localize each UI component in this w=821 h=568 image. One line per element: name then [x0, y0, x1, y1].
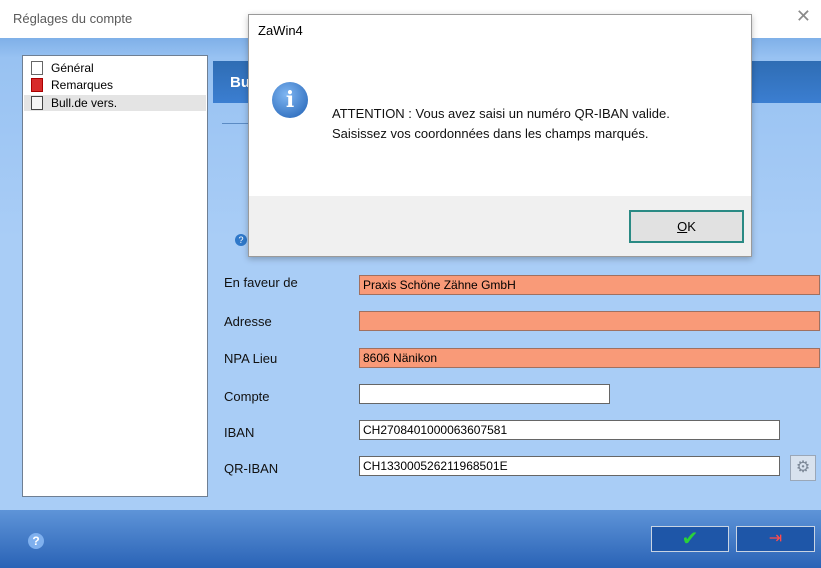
tree-item-bull-de-vers[interactable]: Bull.de vers.	[24, 95, 206, 111]
tree-item-label: Bull.de vers.	[51, 96, 118, 110]
settings-tree: Général Remarques Bull.de vers.	[22, 55, 208, 497]
message-dialog: ZaWin4 i ATTENTION : Vous avez saisi un …	[248, 14, 752, 257]
gear-icon: ⚙	[795, 459, 811, 476]
tree-item-label: Général	[51, 61, 94, 75]
adresse-field[interactable]	[359, 311, 820, 331]
dialog-ok-button[interactable]: OK	[629, 210, 744, 243]
compte-field[interactable]	[359, 384, 610, 404]
dialog-message-line: ATTENTION : Vous avez saisi un numéro QR…	[332, 106, 670, 121]
close-icon[interactable]: ✕	[796, 6, 811, 27]
ok-mnemonic: O	[677, 219, 688, 234]
iban-field[interactable]: CH2708401000063607581	[359, 420, 780, 440]
payment-slip-icon	[31, 96, 43, 110]
dialog-message: ATTENTION : Vous avez saisi un numéro QR…	[332, 104, 670, 144]
qr-iban-label: QR-IBAN	[224, 461, 279, 476]
help-icon[interactable]: ?	[235, 234, 247, 246]
exit-button[interactable]: ⇥	[736, 526, 815, 552]
qr-iban-field[interactable]: CH133000526211968501E	[359, 456, 780, 476]
check-icon: ✔	[681, 528, 699, 550]
window-title: Réglages du compte	[13, 11, 133, 26]
en-faveur-label: En faveur de	[224, 275, 298, 290]
help-icon[interactable]: ?	[28, 533, 44, 549]
tree-item-label: Remarques	[51, 78, 114, 92]
info-icon: i	[272, 82, 308, 118]
ok-label-rest: K	[687, 219, 696, 234]
en-faveur-field[interactable]: Praxis Schöne Zähne GmbH	[359, 275, 820, 295]
bottom-bar: ? ✔ ⇥	[0, 510, 821, 568]
qr-iban-settings-button[interactable]: ⚙	[790, 455, 816, 481]
tree-item-remarques[interactable]: Remarques	[31, 77, 113, 93]
npa-lieu-field[interactable]: 8606 Nänikon	[359, 348, 820, 368]
dialog-footer: OK	[249, 196, 751, 256]
document-icon	[31, 61, 43, 75]
compte-label: Compte	[224, 389, 270, 404]
npa-lieu-label: NPA Lieu	[224, 351, 278, 366]
remark-icon	[31, 78, 43, 92]
exit-icon: ⇥	[768, 530, 783, 547]
section-title: Bu	[230, 74, 250, 91]
iban-label: IBAN	[224, 425, 255, 440]
adresse-label: Adresse	[224, 314, 272, 329]
tree-item-general[interactable]: Général	[31, 60, 94, 76]
dialog-message-line: Saisissez vos coordonnées dans les champ…	[332, 126, 649, 141]
dialog-title: ZaWin4	[258, 23, 303, 38]
confirm-button[interactable]: ✔	[651, 526, 729, 552]
